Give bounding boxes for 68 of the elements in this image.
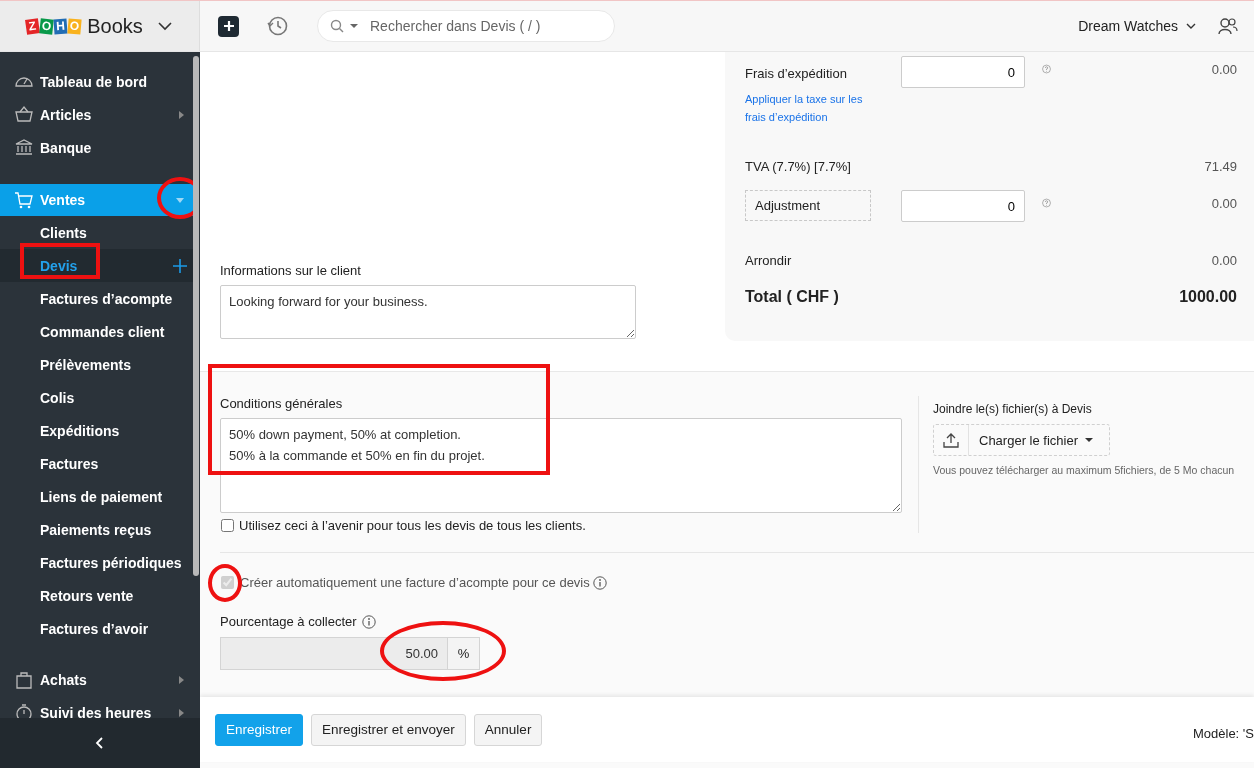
new-button[interactable] (218, 15, 239, 37)
search-input[interactable]: Rechercher dans Devis ( / ) (368, 17, 614, 35)
template-label: Modèle: 'S (1193, 726, 1254, 741)
amount: 0.00 (1210, 195, 1237, 211)
plus-icon (173, 258, 187, 273)
nav-subitem[interactable]: Commandes client (0, 315, 193, 348)
nav-item[interactable]: Articles (0, 98, 193, 131)
bag-icon (14, 670, 34, 689)
row-label: TVA (7.7%) [7.7%] (745, 159, 852, 174)
amount: 71.49 (1203, 159, 1237, 174)
customer-notes-field[interactable]: Looking forward for your business. (220, 285, 636, 339)
button[interactable]: Annuler (473, 713, 543, 746)
terms-field[interactable]: 50% down payment, 50% at completion. 50% à la commande et 50% en fin du projet. (220, 418, 902, 513)
field-label: Pourcentage à collecter (220, 614, 357, 629)
nav-subitem[interactable]: Factures (0, 447, 193, 480)
nav-item[interactable]: Achats (0, 663, 193, 696)
chevron-down-icon (1186, 22, 1196, 30)
scrollbar[interactable] (193, 56, 199, 576)
nav-subitem[interactable]: Colis (0, 381, 193, 414)
checkbox-label: Utilisez ceci à l’avenir pour tous les devis de tous les clients. (239, 518, 586, 533)
row-label: Arrondir (745, 253, 793, 268)
checkbox[interactable] (221, 519, 234, 532)
upload-icon (943, 432, 959, 448)
stopwatch-icon (14, 703, 34, 718)
search-field[interactable]: Rechercher dans Devis ( / ) (317, 10, 615, 42)
chevron-left-icon (95, 736, 105, 750)
help-icon (1042, 195, 1051, 211)
caret-icon (1085, 438, 1093, 442)
amount-input[interactable]: 0 (901, 190, 1025, 222)
nav-subitem[interactable]: Factures périodiques (0, 546, 193, 579)
caret-icon (349, 23, 359, 29)
nav-subitem[interactable]: Clients (0, 216, 193, 249)
total-amount: 1000.00 (1178, 287, 1237, 306)
nav-item[interactable]: Banque (0, 131, 193, 164)
bank-icon (14, 138, 34, 157)
total-label: Total ( CHF ) (745, 288, 840, 306)
unit-label: % (448, 637, 480, 670)
nav-subitem[interactable]: Liens de paiement (0, 480, 193, 513)
cart-icon (14, 190, 34, 210)
field-label: Informations sur le client (220, 263, 362, 278)
upload-hint: Vous pouvez télécharger au maximum 5fichiers, de 5 Mo chacun (933, 464, 1235, 476)
field-label: Joindre le(s) fichier(s) à Devis (933, 402, 1093, 416)
organization-menu[interactable]: Dream Watches (1078, 18, 1196, 34)
amount-input[interactable]: 0 (901, 56, 1025, 88)
nav-subitem[interactable]: Expéditions (0, 414, 193, 447)
amount: 0.00 (1210, 61, 1237, 77)
adjustment-label-field[interactable]: Adjustment (745, 190, 871, 221)
nav-subitem[interactable]: Retours vente (0, 579, 193, 612)
row-label: Frais d’expédition (745, 66, 848, 81)
basket-icon (14, 105, 34, 124)
apply-tax-link[interactable]: Appliquer la taxe sur les frais d’expédition (745, 90, 885, 126)
button[interactable]: Enregistrer et envoyer (311, 713, 466, 746)
nav-subitem[interactable]: Paiements reçus (0, 513, 193, 546)
nav-subitem[interactable]: Factures d’acompte (0, 282, 193, 315)
nav-item[interactable]: Tableau de bord (0, 65, 193, 98)
info-icon (592, 575, 607, 590)
history-icon[interactable] (267, 15, 289, 37)
users-icon (1218, 17, 1238, 35)
nav-subitem[interactable]: Prélèvements (0, 348, 193, 381)
nav-item[interactable]: Suivi des heures (0, 696, 193, 718)
chevron-down-icon (156, 19, 173, 33)
nav-subitem[interactable]: Factures d’avoir (0, 612, 193, 645)
field-label: Conditions générales (220, 396, 344, 411)
logo: Z O H O Books (26, 14, 143, 38)
amount: 0.00 (1210, 253, 1237, 268)
search-icon (330, 19, 344, 33)
help-icon (1042, 61, 1051, 77)
info-icon (361, 614, 376, 629)
